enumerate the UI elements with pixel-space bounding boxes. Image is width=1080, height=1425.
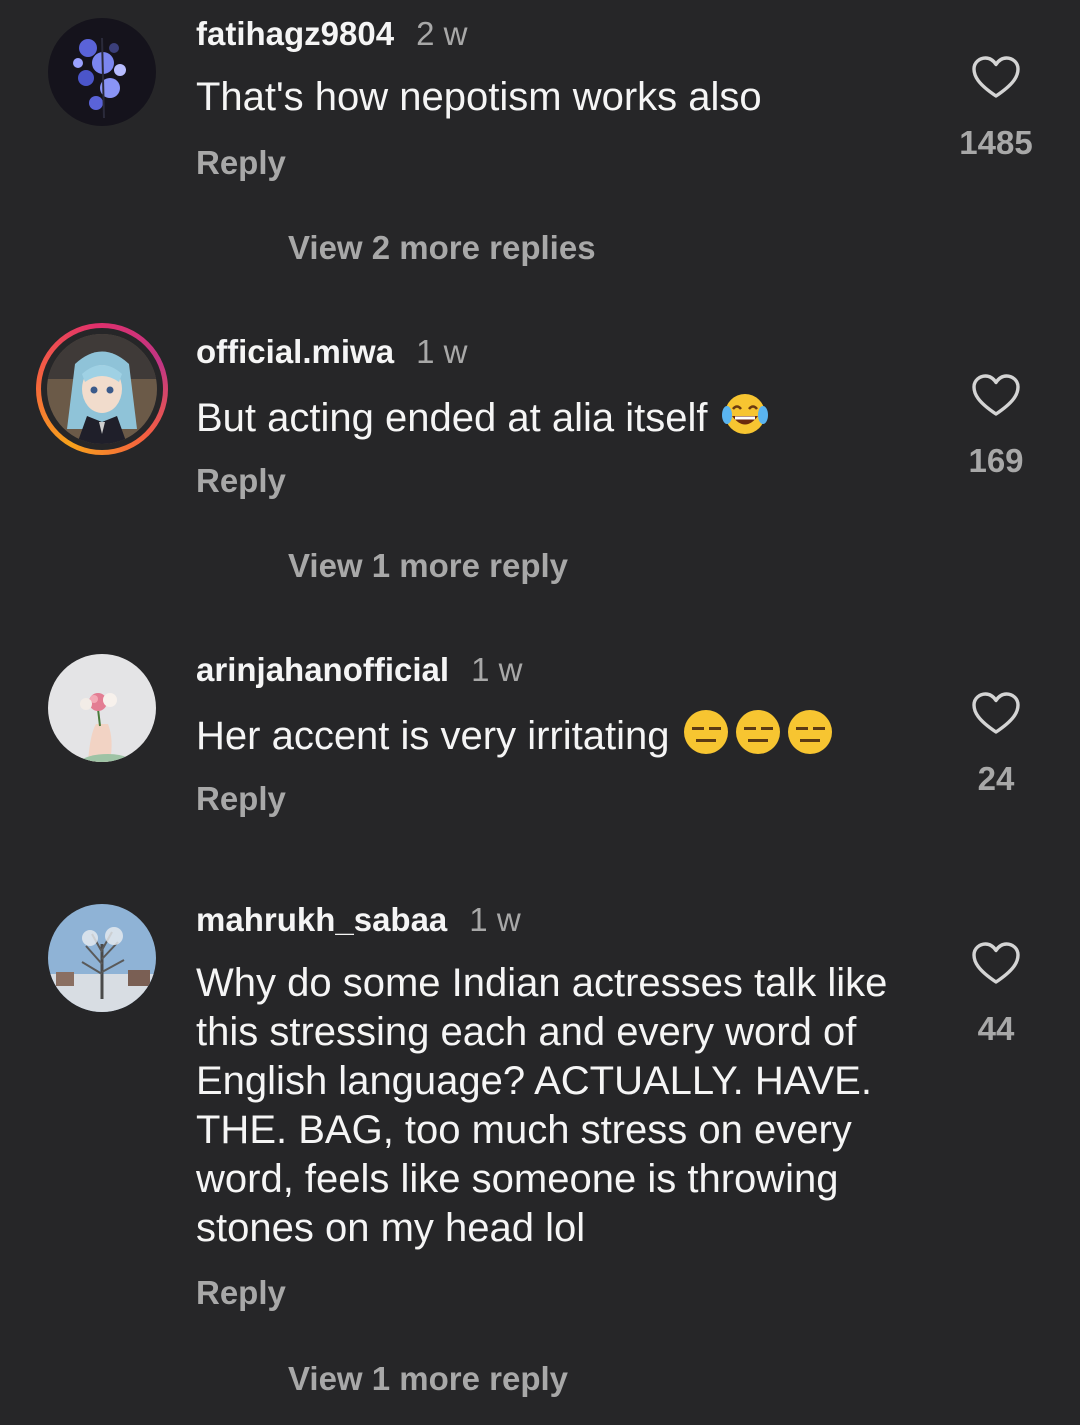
expressionless-emoji-icon xyxy=(681,709,837,767)
comment-meta: fatihagz9804 2 w xyxy=(196,14,467,54)
comment-text-body: But acting ended at alia itself xyxy=(196,396,708,440)
timestamp: 1 w xyxy=(416,333,468,370)
username[interactable]: mahrukh_sabaa xyxy=(196,901,447,938)
comment-item: fatihagz9804 2 w That's how nepotism work… xyxy=(0,0,1080,300)
username[interactable]: official.miwa xyxy=(196,333,394,370)
avatar[interactable] xyxy=(48,904,156,1012)
timestamp: 1 w xyxy=(471,651,523,688)
comment-text-body: Her accent is very irritating xyxy=(196,714,670,758)
heart-icon[interactable] xyxy=(972,692,1020,736)
avatar[interactable] xyxy=(36,323,168,455)
comment-meta: official.miwa 1 w xyxy=(196,332,467,372)
avatar[interactable] xyxy=(48,18,156,126)
reply-button[interactable]: Reply xyxy=(196,144,286,182)
reply-button[interactable]: Reply xyxy=(196,462,286,500)
comment-text-body: That's how nepotism works also xyxy=(196,75,762,119)
anime-girl-avatar-icon xyxy=(47,334,157,444)
like-count: 1485 xyxy=(959,124,1033,161)
like-control: 169 xyxy=(950,374,1042,480)
rose-hand-avatar-icon xyxy=(48,654,156,762)
comment-item: arinjahanofficial 1 w Her accent is very … xyxy=(0,636,1080,866)
view-more-replies-button[interactable]: View 1 more reply xyxy=(288,1360,568,1398)
heart-icon[interactable] xyxy=(972,942,1020,986)
like-control: 24 xyxy=(950,692,1042,798)
like-count: 24 xyxy=(977,760,1015,797)
timestamp: 1 w xyxy=(469,901,521,938)
laughing-emoji-icon xyxy=(719,391,771,449)
comment-text-body: Why do some Indian actresses talk like t… xyxy=(196,961,888,1250)
heart-icon[interactable] xyxy=(972,374,1020,418)
view-more-replies-button[interactable]: View 2 more replies xyxy=(288,229,596,267)
like-count: 169 xyxy=(968,442,1024,479)
comment-text: Why do some Indian actresses talk like t… xyxy=(196,959,926,1253)
heart-icon[interactable] xyxy=(972,56,1020,100)
timestamp: 2 w xyxy=(416,15,468,52)
comment-meta: arinjahanofficial 1 w xyxy=(196,650,522,690)
reply-button[interactable]: Reply xyxy=(196,1274,286,1312)
comment-text: Her accent is very irritating xyxy=(196,709,926,767)
comment-meta: mahrukh_sabaa 1 w xyxy=(196,900,521,940)
comment-item: official.miwa 1 w But acting ended at ali… xyxy=(0,318,1080,618)
avatar[interactable] xyxy=(48,654,156,762)
like-control: 44 xyxy=(950,942,1042,1048)
flowers-avatar-icon xyxy=(48,18,156,126)
winter-tree-avatar-icon xyxy=(48,904,156,1012)
like-control: 1485 xyxy=(950,56,1042,162)
comment-text: But acting ended at alia itself xyxy=(196,391,926,449)
comment-item: mahrukh_sabaa 1 w Why do some Indian actr… xyxy=(0,886,1080,1416)
comment-text: That's how nepotism works also xyxy=(196,73,926,122)
like-count: 44 xyxy=(977,1010,1015,1047)
username[interactable]: fatihagz9804 xyxy=(196,15,394,52)
username[interactable]: arinjahanofficial xyxy=(196,651,449,688)
reply-button[interactable]: Reply xyxy=(196,780,286,818)
view-more-replies-button[interactable]: View 1 more reply xyxy=(288,547,568,585)
